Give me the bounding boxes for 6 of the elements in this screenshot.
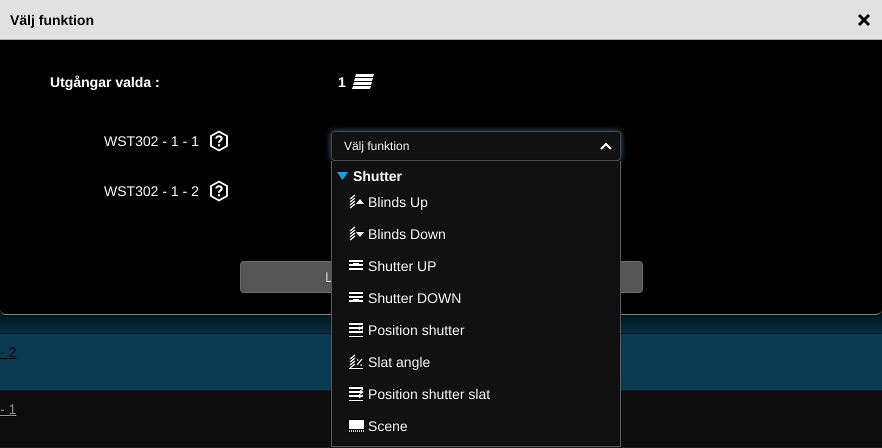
outputs-label: Utgångar valda : xyxy=(50,74,161,90)
output-name: WST302 - 1 - 1 xyxy=(104,133,199,149)
group-header: Shutter xyxy=(353,168,402,184)
outputs-count: 1 xyxy=(338,74,346,90)
output-name: WST302 - 1 - 2 xyxy=(104,183,199,199)
dialog-title: Välj funktion xyxy=(10,12,94,28)
